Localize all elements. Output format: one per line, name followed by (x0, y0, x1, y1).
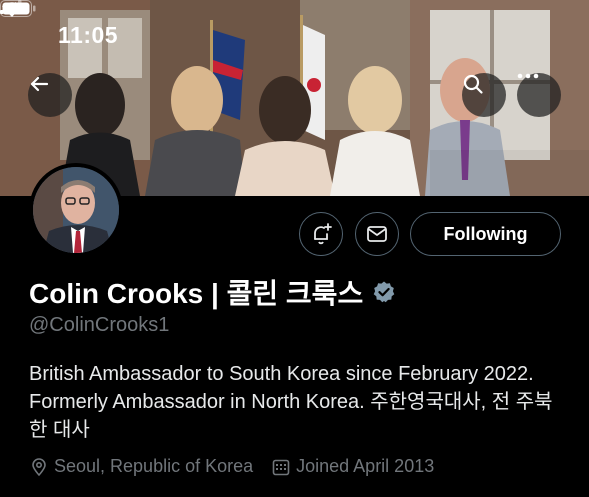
message-button[interactable] (355, 212, 399, 256)
profile-meta: Seoul, Republic of Korea Joined April 20… (29, 456, 452, 477)
status-bar: 11:05 (0, 0, 589, 60)
search-button[interactable] (462, 73, 506, 117)
joined-item: Joined April 2013 (271, 456, 434, 477)
profile-avatar[interactable] (29, 163, 123, 257)
notifications-button[interactable] (299, 212, 343, 256)
calendar-icon (272, 459, 290, 475)
profile-name-row: Colin Crooks | 콜린 크룩스 (29, 272, 396, 312)
location-item: Seoul, Republic of Korea (29, 456, 253, 477)
more-options-button[interactable] (517, 73, 561, 117)
more-horizontal-icon (517, 73, 539, 79)
avatar-photo (33, 167, 119, 253)
battery-icon (0, 0, 36, 17)
location-text: Seoul, Republic of Korea (54, 456, 254, 476)
bell-plus-icon (314, 223, 332, 245)
search-icon (463, 74, 483, 94)
verified-badge-icon[interactable] (372, 280, 396, 304)
status-time: 11:05 (58, 22, 119, 48)
back-button[interactable] (28, 73, 72, 117)
profile-bio: British Ambassador to South Korea since … (29, 363, 553, 441)
profile-handle: @ColinCrooks1 (29, 314, 170, 336)
location-pin-icon (32, 457, 46, 476)
joined-text: Joined April 2013 (296, 456, 435, 476)
following-button[interactable]: Following (410, 212, 561, 256)
envelope-icon (367, 226, 387, 242)
arrow-left-icon (30, 76, 49, 92)
display-name: Colin Crooks | 콜린 크룩스 (29, 278, 364, 309)
